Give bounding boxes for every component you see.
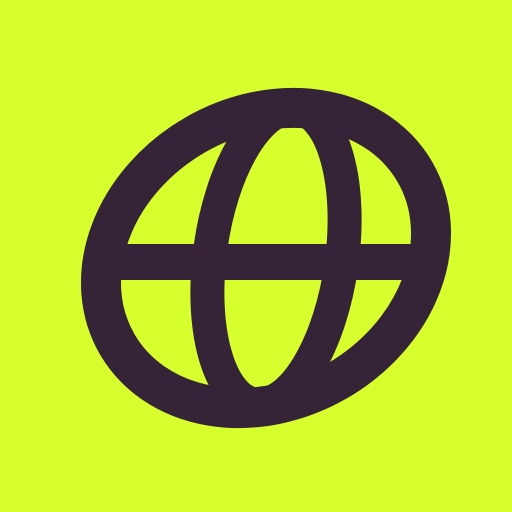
globe-graphic — [80, 87, 452, 429]
app-icon-tile[interactable] — [0, 0, 512, 512]
globe-icon — [80, 87, 452, 429]
